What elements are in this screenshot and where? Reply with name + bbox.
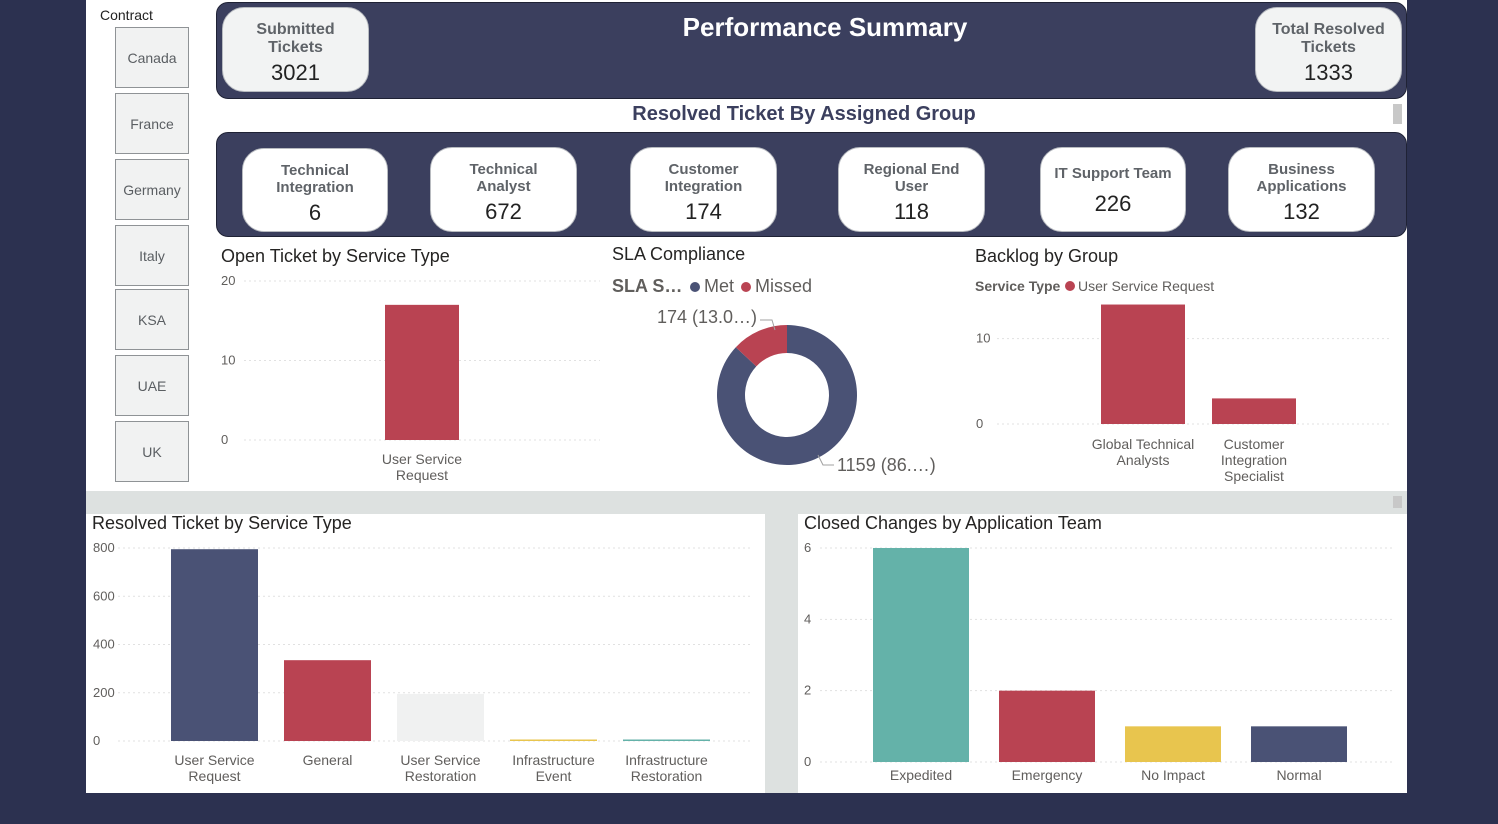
bar[interactable] xyxy=(873,548,969,762)
x-category-label: Normal xyxy=(1276,767,1321,783)
y-tick-label: 2 xyxy=(804,683,811,698)
x-category-label: Expedited xyxy=(890,767,952,783)
y-tick-label: 0 xyxy=(804,754,811,769)
closed-changes-chart: 0 2 4 6 Expedited Emergency No Impact Normal xyxy=(804,540,1395,783)
bar[interactable] xyxy=(1251,726,1347,762)
y-tick-label: 6 xyxy=(804,540,811,555)
x-category-label: Emergency xyxy=(1012,767,1083,783)
bar[interactable] xyxy=(999,690,1095,762)
bar[interactable] xyxy=(1125,726,1221,762)
x-category-label: No Impact xyxy=(1141,767,1205,783)
y-tick-label: 4 xyxy=(804,611,811,626)
